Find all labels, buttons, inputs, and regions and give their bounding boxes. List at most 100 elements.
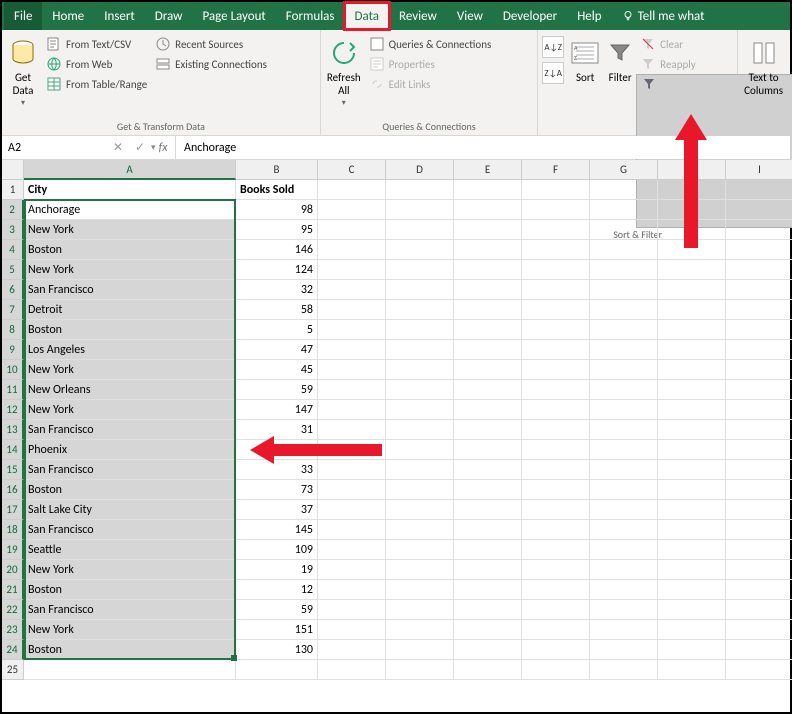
cell[interactable] <box>454 500 522 520</box>
cell[interactable] <box>658 240 726 260</box>
sort-desc-button[interactable]: Z↓A <box>542 62 564 84</box>
cell[interactable]: Los Angeles <box>24 340 236 360</box>
cell[interactable] <box>386 360 454 380</box>
cell[interactable] <box>386 300 454 320</box>
tab-help[interactable]: Help <box>567 2 611 30</box>
cell[interactable]: Boston <box>24 580 236 600</box>
cell[interactable] <box>522 280 590 300</box>
cell[interactable] <box>318 580 386 600</box>
cell[interactable] <box>522 200 590 220</box>
cell[interactable]: Boston <box>24 480 236 500</box>
cell[interactable] <box>522 560 590 580</box>
cell[interactable] <box>590 460 658 480</box>
cell[interactable] <box>658 280 726 300</box>
cell[interactable] <box>454 600 522 620</box>
cell[interactable] <box>386 240 454 260</box>
cell[interactable] <box>726 320 792 340</box>
row-header-7[interactable]: 7 <box>2 300 24 320</box>
row-header-1[interactable]: 1 <box>2 180 24 200</box>
cell[interactable] <box>726 560 792 580</box>
cell[interactable]: New Orleans <box>24 380 236 400</box>
cell[interactable] <box>726 380 792 400</box>
cell[interactable]: 19 <box>236 560 318 580</box>
row-header-6[interactable]: 6 <box>2 280 24 300</box>
column-header-A[interactable]: A <box>24 160 236 180</box>
tab-view[interactable]: View <box>447 2 493 30</box>
cell[interactable] <box>386 460 454 480</box>
cell[interactable] <box>590 380 658 400</box>
cell[interactable] <box>318 600 386 620</box>
cell[interactable] <box>454 480 522 500</box>
cell[interactable] <box>522 420 590 440</box>
cell[interactable] <box>386 380 454 400</box>
cell[interactable]: Boston <box>24 640 236 660</box>
row-header-19[interactable]: 19 <box>2 540 24 560</box>
cell[interactable] <box>318 280 386 300</box>
cell[interactable] <box>590 320 658 340</box>
filter-button[interactable]: Filter <box>604 32 636 85</box>
tab-page-layout[interactable]: Page Layout <box>192 2 275 30</box>
cell[interactable] <box>386 280 454 300</box>
cell[interactable]: 45 <box>236 360 318 380</box>
cell[interactable] <box>522 480 590 500</box>
cell[interactable] <box>318 400 386 420</box>
cell[interactable] <box>454 440 522 460</box>
cell[interactable] <box>318 660 386 680</box>
cell[interactable] <box>522 220 590 240</box>
cell[interactable] <box>522 180 590 200</box>
cell[interactable] <box>386 420 454 440</box>
cell[interactable] <box>454 340 522 360</box>
queries-connections-button[interactable]: Queries & Connections <box>365 34 496 54</box>
tab-home[interactable]: Home <box>42 2 94 30</box>
cell[interactable] <box>318 240 386 260</box>
cell[interactable]: 151 <box>236 620 318 640</box>
cell[interactable]: San Francisco <box>24 420 236 440</box>
cell[interactable]: Anchorage <box>24 200 236 220</box>
cell[interactable] <box>658 180 726 200</box>
cell[interactable] <box>386 220 454 240</box>
cell[interactable] <box>590 480 658 500</box>
cell[interactable]: Phoenix <box>24 440 236 460</box>
cell[interactable] <box>236 660 318 680</box>
cell[interactable]: 98 <box>236 200 318 220</box>
cell[interactable] <box>726 620 792 640</box>
cell[interactable] <box>318 260 386 280</box>
cell[interactable] <box>318 220 386 240</box>
formula-input[interactable] <box>176 136 790 159</box>
cell[interactable]: 5 <box>236 320 318 340</box>
cell[interactable] <box>522 620 590 640</box>
cell[interactable]: 130 <box>236 640 318 660</box>
cell[interactable] <box>454 640 522 660</box>
row-header-5[interactable]: 5 <box>2 260 24 280</box>
row-header-15[interactable]: 15 <box>2 460 24 480</box>
cell[interactable] <box>454 180 522 200</box>
cell[interactable] <box>590 660 658 680</box>
cell[interactable] <box>454 300 522 320</box>
cell[interactable] <box>658 300 726 320</box>
row-header-8[interactable]: 8 <box>2 320 24 340</box>
cell[interactable] <box>318 520 386 540</box>
sort-button[interactable]: AZ Sort <box>566 32 604 85</box>
cell[interactable]: 59 <box>236 380 318 400</box>
cell[interactable]: 12 <box>236 580 318 600</box>
sort-asc-button[interactable]: A↓Z <box>542 36 564 58</box>
cell[interactable] <box>726 500 792 520</box>
row-header-17[interactable]: 17 <box>2 500 24 520</box>
cell[interactable]: 145 <box>236 520 318 540</box>
cell[interactable] <box>590 360 658 380</box>
cell[interactable] <box>522 240 590 260</box>
cell[interactable]: New York <box>24 620 236 640</box>
row-header-21[interactable]: 21 <box>2 580 24 600</box>
cell[interactable] <box>726 460 792 480</box>
cell[interactable] <box>590 240 658 260</box>
cell[interactable] <box>386 540 454 560</box>
cell[interactable] <box>726 420 792 440</box>
cell[interactable]: City <box>24 180 236 200</box>
row-header-9[interactable]: 9 <box>2 340 24 360</box>
text-to-columns-button[interactable]: Text to Columns <box>740 32 787 97</box>
cell[interactable]: 109 <box>236 540 318 560</box>
cell[interactable] <box>726 540 792 560</box>
cell[interactable]: 95 <box>236 220 318 240</box>
cell[interactable] <box>454 400 522 420</box>
fx-icon[interactable]: fx <box>151 141 175 155</box>
